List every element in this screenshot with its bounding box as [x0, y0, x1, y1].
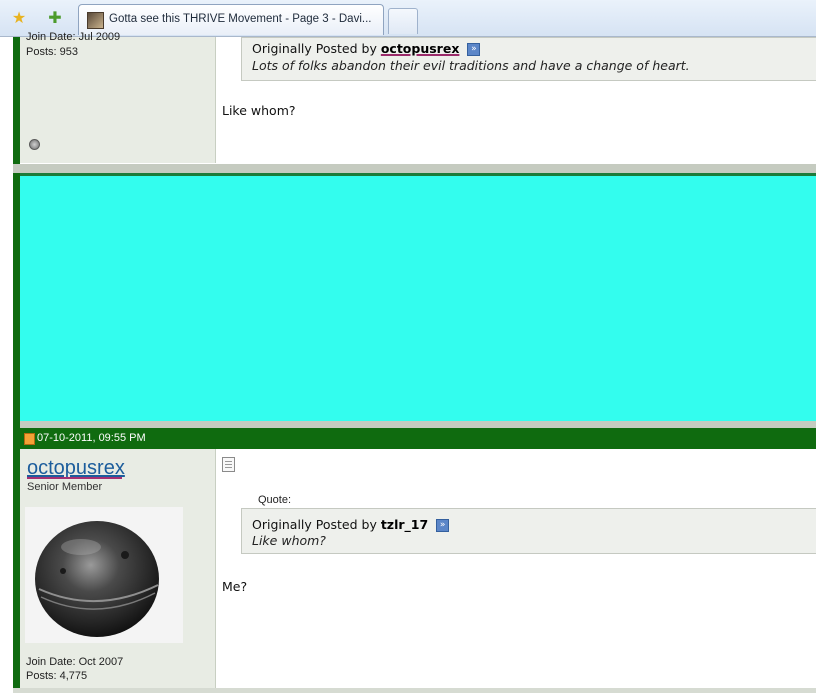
forum-post-previous: Join Date: Jul 2009 Posts: 953 Originall…	[13, 31, 816, 163]
post-bottom-border	[13, 688, 816, 693]
forum-post: octopusrex Senior Member Join Date: Oct …	[13, 449, 816, 693]
tab-favicon	[87, 12, 104, 29]
quote-box: Originally Posted by octopusrex » Lots o…	[241, 37, 816, 81]
ad-top-border	[20, 173, 816, 176]
online-status-icon	[29, 139, 40, 150]
post-icon	[222, 457, 235, 472]
join-date: Join Date: Jul 2009	[26, 31, 121, 43]
user-info-panel: octopusrex Senior Member Join Date: Oct …	[20, 449, 216, 693]
quote-prefix: Originally Posted by	[252, 517, 377, 532]
post-message: Quote: Originally Posted by tzlr_17 » Li…	[216, 449, 816, 693]
quote-label: Quote:	[258, 494, 292, 506]
quote-author-link[interactable]: octopusrex	[381, 41, 460, 56]
browser-tab-bar: ★ ✚ Gotta see this THRIVE Movement - Pag…	[0, 0, 816, 37]
ad-placeholder	[20, 173, 816, 421]
add-favorite-icon[interactable]: ✚	[46, 9, 64, 27]
quote-text: Like whom?	[252, 533, 326, 548]
quote-box: Originally Posted by tzlr_17 » Like whom…	[241, 508, 816, 554]
message-text: Like whom?	[222, 103, 296, 118]
avatar-image	[25, 507, 183, 643]
user-title: Senior Member	[27, 481, 103, 493]
quote-author-link[interactable]: tzlr_17	[381, 517, 428, 532]
post-date-bar: 07-10-2011, 09:55 PM	[20, 428, 816, 449]
new-tab-button[interactable]	[388, 8, 418, 34]
join-date: Join Date: Oct 2007	[26, 656, 124, 668]
tab-title: Gotta see this THRIVE Movement - Page 3 …	[109, 13, 372, 25]
quote-prefix: Originally Posted by	[252, 41, 377, 56]
quote-text: Lots of folks abandon their evil traditi…	[252, 58, 690, 73]
message-text: Me?	[222, 579, 248, 594]
view-post-arrow-icon[interactable]: »	[436, 519, 450, 532]
username-underline	[27, 477, 122, 479]
user-info-panel: Join Date: Jul 2009 Posts: 953	[20, 31, 216, 163]
date-post-icon	[24, 433, 35, 445]
avatar[interactable]	[25, 507, 183, 643]
post-separator-2	[20, 421, 816, 428]
post-count: Posts: 953	[26, 46, 78, 58]
favorites-star-icon[interactable]: ★	[10, 9, 28, 27]
browser-tab-active[interactable]: Gotta see this THRIVE Movement - Page 3 …	[78, 4, 384, 35]
post-date: 07-10-2011, 09:55 PM	[37, 432, 146, 444]
post-border-left-ad	[13, 164, 20, 428]
post-separator	[13, 164, 816, 173]
view-post-arrow-icon[interactable]: »	[467, 43, 481, 56]
post-count: Posts: 4,775	[26, 670, 88, 682]
post-message: Originally Posted by octopusrex » Lots o…	[216, 37, 816, 163]
